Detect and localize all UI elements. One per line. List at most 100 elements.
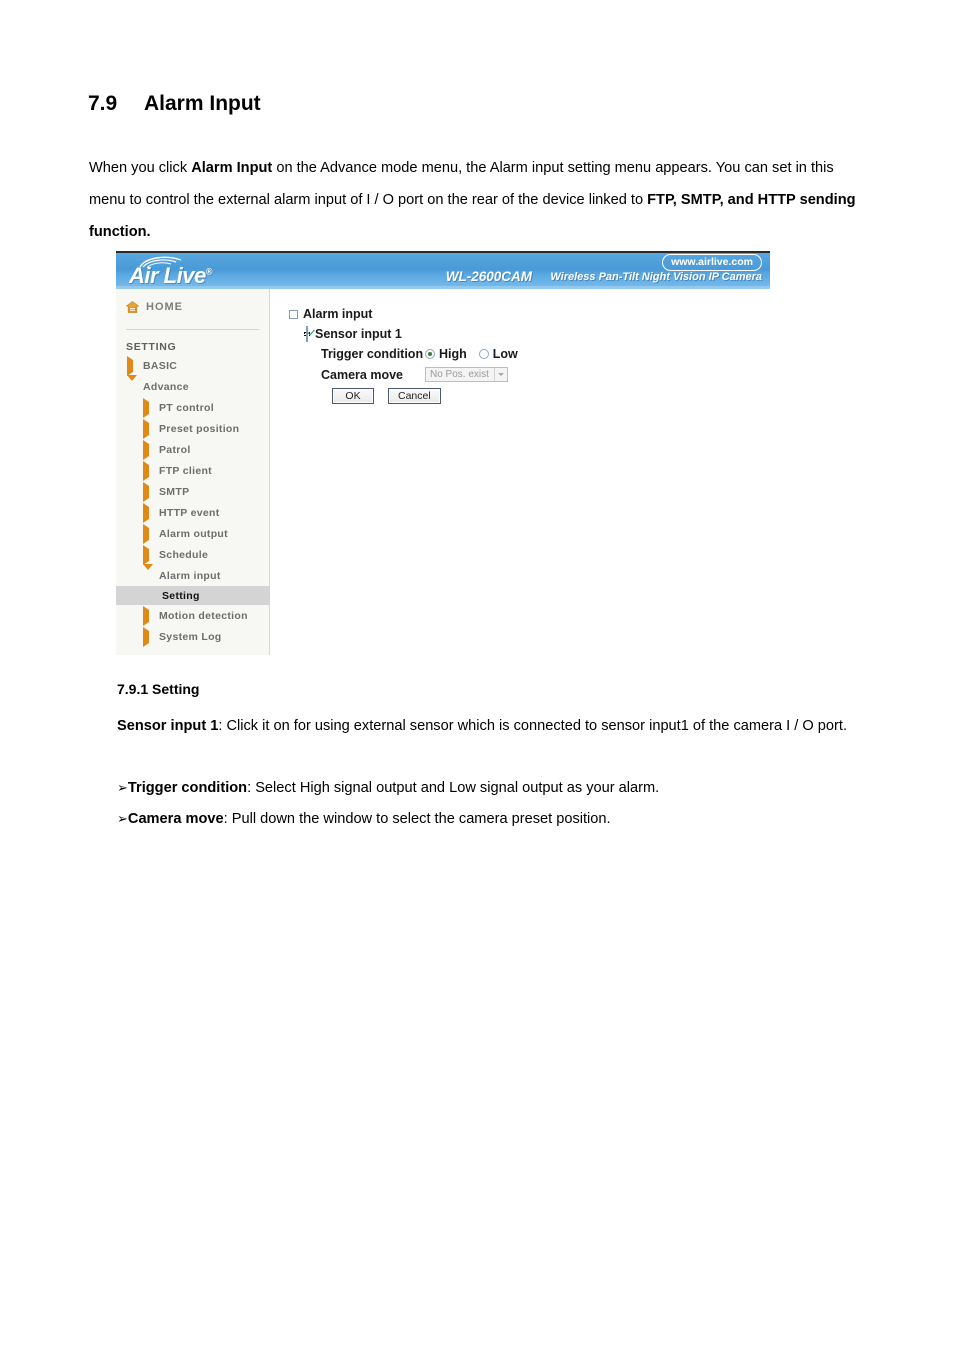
sensor-input-checkbox[interactable] — [306, 326, 308, 342]
triangle-glyph — [127, 355, 133, 376]
home-label: HOME — [146, 301, 183, 313]
chevron-right-icon — [143, 481, 153, 502]
chevron-right-icon — [143, 544, 153, 565]
chevron-down-icon — [493, 368, 507, 381]
chevron-glyph — [497, 373, 504, 376]
triangle-glyph — [143, 460, 149, 481]
registered-mark: ® — [205, 266, 213, 277]
sidebar-item-label: Motion detection — [159, 609, 248, 622]
sidebar-item-label: Preset position — [159, 422, 240, 435]
ui-body: HOME SETTING BASIC Advance PT control Prese… — [116, 289, 770, 655]
triangle-glyph — [143, 481, 149, 502]
camera-move-row: Camera move No Pos. exist — [321, 367, 508, 382]
sensor-input-definition: : Click it on for using external sensor … — [218, 718, 848, 734]
sensor-input-checkbox-focus-ring — [304, 326, 310, 342]
triangle-glyph — [127, 374, 137, 393]
sidebar-item-patrol[interactable]: Patrol — [116, 439, 270, 460]
camera-move-definition: : Pull down the window to select the cam… — [223, 811, 611, 827]
triangle-glyph — [143, 563, 153, 582]
sidebar-section-setting: SETTING — [126, 341, 177, 353]
trigger-condition-label: Trigger condition — [321, 347, 424, 361]
device-tagline: Wireless Pan-Tilt Night Vision IP Camera — [550, 271, 762, 283]
camera-web-ui-screenshot: Air Live® www.airlive.com WL-2600CAM Wir… — [116, 251, 770, 655]
trigger-condition-term: Trigger condition — [127, 780, 248, 796]
sidebar-item-smtp[interactable]: SMTP — [116, 481, 270, 502]
triangle-glyph — [143, 502, 149, 523]
sidebar-menu: BASIC Advance PT control Preset position Pat… — [116, 355, 270, 647]
alarm-input-group-checkbox[interactable] — [289, 309, 298, 319]
chevron-right-icon — [127, 355, 137, 376]
sidebar-item-label: Schedule — [159, 548, 209, 561]
trigger-high-radio[interactable] — [425, 349, 435, 359]
sidebar-item-pt-control[interactable]: PT control — [116, 397, 270, 418]
sidebar-item-advance[interactable]: Advance — [116, 374, 270, 397]
sidebar-item-basic[interactable]: BASIC — [116, 355, 270, 376]
camera-move-select[interactable]: No Pos. exist — [425, 367, 508, 382]
chevron-right-icon — [143, 626, 153, 647]
airlive-logo: Air Live® — [126, 255, 296, 289]
trigger-low-label: Low — [492, 347, 518, 361]
sidebar-item-motion-detection[interactable]: Motion detection — [116, 605, 270, 626]
form-button-bar: OK Cancel — [332, 388, 441, 404]
intro-text-1: When you click — [89, 160, 192, 176]
sidebar-item-label: Advance — [143, 380, 189, 393]
alarm-input-group-label: Alarm input — [303, 307, 373, 321]
chevron-right-icon — [143, 502, 153, 523]
sidebar-item-schedule[interactable]: Schedule — [116, 544, 270, 565]
ok-button[interactable]: OK — [332, 388, 374, 404]
document-page: 7.9 Alarm Input When you click Alarm Inpu… — [0, 0, 954, 1350]
home-icon — [126, 301, 139, 313]
brand-name: Air Live — [129, 263, 206, 288]
cancel-button[interactable]: Cancel — [388, 388, 441, 404]
alarm-input-group-row[interactable]: Alarm input — [289, 307, 372, 321]
section-title: Alarm Input — [144, 92, 261, 115]
sidebar-item-label: Patrol — [159, 443, 191, 456]
camera-move-description: ➢Camera move: Pull down the window to se… — [117, 803, 869, 835]
chevron-right-icon — [143, 397, 153, 418]
triangle-glyph — [143, 439, 149, 460]
triangle-glyph — [143, 523, 149, 544]
trigger-low-radio[interactable] — [478, 349, 489, 359]
chevron-down-icon — [143, 563, 153, 582]
trigger-condition-description: ➢Trigger condition: Select High signal o… — [117, 772, 869, 804]
trigger-high-label: High — [439, 347, 467, 361]
triangle-glyph — [143, 605, 149, 626]
sensor-input-row[interactable]: Sensor input 1 — [304, 326, 402, 342]
sidebar-item-label: SMTP — [159, 485, 190, 498]
alarm-input-form: Alarm input Sensor input 1 Trigger condi… — [270, 289, 770, 655]
camera-move-label: Camera move — [321, 367, 403, 382]
ui-header-bar: Air Live® www.airlive.com WL-2600CAM Wir… — [116, 253, 770, 289]
chevron-right-icon — [143, 523, 153, 544]
section-number: 7.9 — [88, 92, 118, 115]
chevron-right-icon — [143, 418, 153, 439]
camera-move-selected-value: No Pos. exist — [430, 369, 489, 380]
chevron-right-icon — [143, 460, 153, 481]
sidebar-item-ftp-client[interactable]: FTP client — [116, 460, 270, 481]
chevron-right-icon — [143, 605, 153, 626]
sidebar-item-label: FTP client — [159, 464, 212, 477]
sidebar-item-preset-position[interactable]: Preset position — [116, 418, 270, 439]
sidebar-item-alarm-output[interactable]: Alarm output — [116, 523, 270, 544]
sidebar-item-home[interactable]: HOME — [126, 301, 183, 313]
airlive-logo-text: Air Live® — [129, 263, 212, 289]
device-model-label: WL-2600CAM — [445, 269, 532, 284]
sidebar-item-system-log[interactable]: System Log — [116, 626, 270, 647]
sidebar-item-label: BASIC — [143, 359, 178, 372]
intro-bold-alarm-input: Alarm Input — [191, 160, 273, 176]
chevron-right-icon — [143, 439, 153, 460]
sidebar-item-label: Alarm input — [159, 569, 221, 582]
chevron-down-icon — [127, 374, 137, 393]
sidebar-item-label: System Log — [159, 630, 222, 643]
trigger-condition-row: Trigger condition High Low — [321, 347, 518, 361]
sidebar-item-alarm-input[interactable]: Alarm input — [116, 563, 270, 586]
sidebar-item-http-event[interactable]: HTTP event — [116, 502, 270, 523]
sidebar-item-setting[interactable]: Setting — [116, 586, 270, 605]
triangle-glyph — [143, 544, 149, 565]
sub-section-heading: 7.9.1 Setting — [117, 681, 200, 697]
sensor-input-label: Sensor input 1 — [315, 327, 402, 341]
sensor-input-description: Sensor input 1: Click it on for using ex… — [117, 710, 869, 742]
bullet-arrow-icon: ➢ — [117, 780, 128, 795]
camera-move-term: Camera move — [127, 811, 224, 827]
trigger-condition-definition: : Select High signal output and Low sign… — [247, 780, 660, 796]
website-url-badge[interactable]: www.airlive.com — [662, 254, 762, 271]
